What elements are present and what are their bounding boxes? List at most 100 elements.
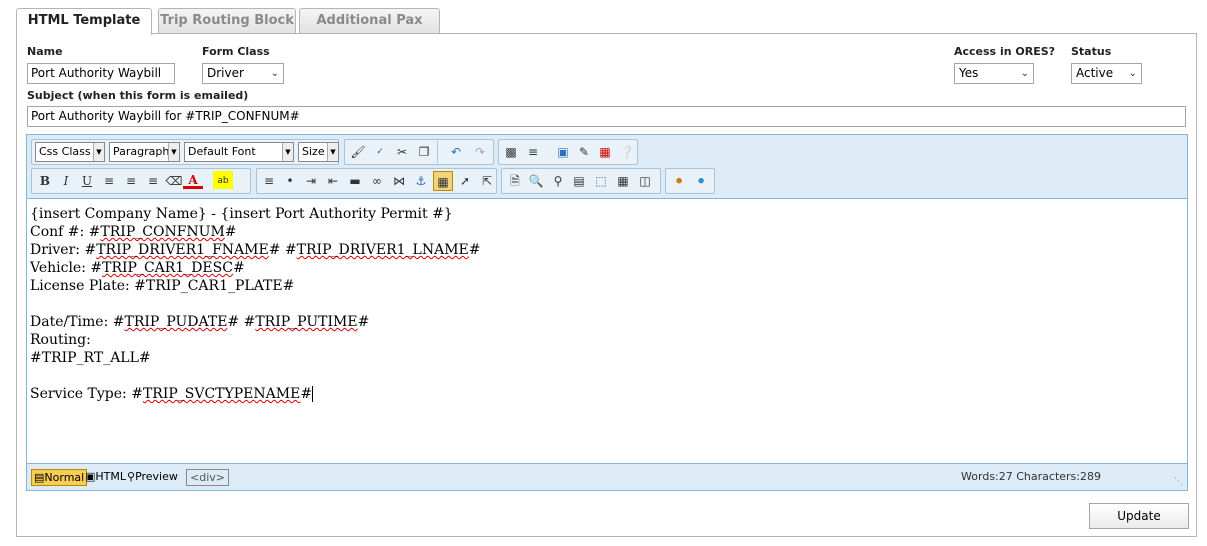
italic-button[interactable]: I [56, 171, 76, 191]
grid-icon[interactable]: ◫ [635, 171, 655, 191]
status-select[interactable]: Active ⌄ [1071, 63, 1142, 84]
name-input[interactable]: Port Authority Waybill [27, 63, 175, 84]
align-right-icon[interactable]: ≡ [143, 171, 163, 191]
align-center-icon[interactable]: ≡ [121, 171, 141, 191]
find-icon[interactable]: ⚲ [548, 171, 568, 191]
status-label: Status [1071, 45, 1112, 58]
form-class-value: Driver [207, 66, 244, 80]
html-mode-tab[interactable]: ▣HTML [83, 469, 128, 486]
align-left-icon[interactable]: ≡ [99, 171, 119, 191]
content-line: Date/Time: #TRIP_PUDATE# #TRIP_PUTIME# [30, 314, 370, 330]
ordered-list-icon[interactable]: ≡ [259, 171, 279, 191]
highlight-color-icon[interactable]: ab [213, 171, 233, 189]
paste-text-icon[interactable]: ▩ [501, 142, 521, 162]
spellcheck-icon[interactable]: ✓ [370, 142, 390, 162]
underline-button[interactable]: U [77, 171, 97, 191]
rich-text-editor: Css Class ▼ Paragraph ▼ Default Font ▼ Size… [26, 134, 1188, 491]
indent-icon[interactable]: ⇥ [301, 171, 321, 191]
chevron-down-icon: ⌄ [270, 68, 279, 79]
element-path-tag[interactable]: <div> [186, 469, 229, 486]
content-line: Driver: #TRIP_DRIVER1_FNAME# #TRIP_DRIVE… [30, 242, 481, 258]
dropdown-arrow-icon: ▼ [282, 143, 293, 161]
undo-icon[interactable]: ↶ [446, 142, 466, 162]
html-mode-icon: ▣ [85, 470, 96, 483]
select-icon[interactable]: ⇱ [477, 171, 497, 191]
tag-icon[interactable]: ⚫ [669, 171, 689, 191]
content-line: Routing: [30, 332, 91, 348]
content-line: Conf #: #TRIP_CONFNUM# [30, 224, 237, 240]
access-label: Access in ORES? [954, 45, 1056, 58]
redo-icon[interactable]: ↷ [470, 142, 490, 162]
new-document-icon[interactable]: 🗎 [505, 171, 525, 191]
frame-icon[interactable]: ⬚ [591, 171, 611, 191]
normal-mode-tab[interactable]: ▤Normal [31, 469, 88, 486]
access-value: Yes [959, 66, 979, 80]
unordered-list-icon[interactable]: • [280, 171, 300, 191]
anchor-icon[interactable]: ⚓ [411, 171, 431, 191]
tab-additional-pax-block[interactable]: Additional Pax Block [299, 8, 440, 52]
css-class-select[interactable]: Css Class ▼ [35, 142, 105, 162]
tab-trip-routing-block[interactable]: Trip Routing Block [158, 8, 296, 34]
content-line: #TRIP_RT_ALL# [30, 350, 151, 366]
access-select[interactable]: Yes ⌄ [954, 63, 1034, 84]
resize-grip-icon[interactable]: ⋱ [1174, 477, 1183, 487]
dropdown-arrow-icon: ▼ [93, 143, 104, 161]
horizontal-rule-icon[interactable]: ▬ [345, 171, 365, 191]
form-class-label: Form Class [202, 45, 270, 58]
cut-icon[interactable]: ✂ [392, 142, 412, 162]
html-mode-label: HTML [95, 470, 127, 483]
content-blank-line [30, 367, 1180, 385]
form-class-select[interactable]: Driver ⌄ [202, 63, 284, 84]
outdent-icon[interactable]: ⇤ [323, 171, 343, 191]
font-select[interactable]: Default Font ▼ [184, 142, 294, 162]
word-char-count: Words:27 Characters:289 [961, 470, 1101, 483]
content-blank-line [30, 295, 1180, 313]
editor-toolbar: Css Class ▼ Paragraph ▼ Default Font ▼ Size… [27, 135, 1187, 199]
normal-mode-label: Normal [44, 471, 85, 484]
edit-document-icon[interactable]: ✎ [574, 142, 594, 162]
size-select[interactable]: Size ▼ [298, 142, 339, 162]
preview-icon[interactable]: 🔍 [526, 171, 546, 191]
dropdown-arrow-icon: ▼ [327, 143, 338, 161]
editor-content[interactable]: {insert Company Name} - {insert Port Aut… [30, 205, 1180, 465]
dropdown-arrow-icon: ▼ [168, 143, 179, 161]
unlink-icon[interactable]: ⋈ [389, 171, 409, 191]
font-color-icon[interactable]: A [183, 171, 203, 189]
pointer-icon[interactable]: ➚ [455, 171, 475, 191]
update-button[interactable]: Update [1089, 503, 1189, 529]
content-line: {insert Company Name} - {insert Port Aut… [30, 206, 453, 222]
status-value: Active [1076, 66, 1114, 80]
link-icon[interactable]: ∞ [367, 171, 387, 191]
name-label: Name [27, 45, 63, 58]
preview-mode-tab[interactable]: ⚲Preview [125, 469, 180, 486]
toolbar-separator [437, 141, 438, 163]
paragraph-label: Paragraph [113, 145, 170, 158]
subject-label: Subject (when this form is emailed) [27, 89, 249, 102]
preview-icon: ⚲ [127, 470, 136, 483]
size-label: Size [302, 145, 325, 158]
content-line: Vehicle: #TRIP_CAR1_DESC# [30, 260, 245, 276]
paste-word-icon[interactable]: ≡ [523, 142, 543, 162]
form-icon[interactable]: ▦ [613, 171, 633, 191]
format-painter-icon[interactable]: 🖌 [348, 142, 368, 162]
editor-statusbar: ▤Normal ▣HTML ⚲Preview <div> Words:27 Ch… [27, 463, 1187, 490]
pdf-icon[interactable]: ▦ [595, 142, 615, 162]
paragraph-select[interactable]: Paragraph ▼ [109, 142, 180, 162]
subject-input[interactable]: Port Authority Waybill for #TRIP_CONFNUM… [27, 106, 1186, 127]
chevron-down-icon: ⌄ [1128, 68, 1137, 79]
normal-mode-icon: ▤ [34, 471, 45, 484]
eraser-icon[interactable]: ⌫ [164, 171, 184, 191]
table-icon[interactable]: ▦ [433, 171, 453, 191]
font-label: Default Font [188, 145, 256, 158]
form-panel: Name Form Class Access in ORES? Status P… [16, 33, 1197, 537]
copy-icon[interactable]: ❐ [414, 142, 434, 162]
preview-mode-label: Preview [135, 470, 178, 483]
insert-field-icon[interactable]: ▤ [569, 171, 589, 191]
help-icon[interactable]: ❔ [617, 142, 637, 162]
content-line: Service Type: #TRIP_SVCTYPENAME# [30, 386, 314, 402]
insert-image-icon[interactable]: ▣ [553, 142, 573, 162]
remove-tag-icon[interactable]: ⚫ [691, 171, 711, 191]
content-line: License Plate: #TRIP_CAR1_PLATE# [30, 278, 295, 294]
tab-html-template[interactable]: HTML Template [16, 8, 152, 35]
bold-button[interactable]: B [35, 171, 55, 191]
